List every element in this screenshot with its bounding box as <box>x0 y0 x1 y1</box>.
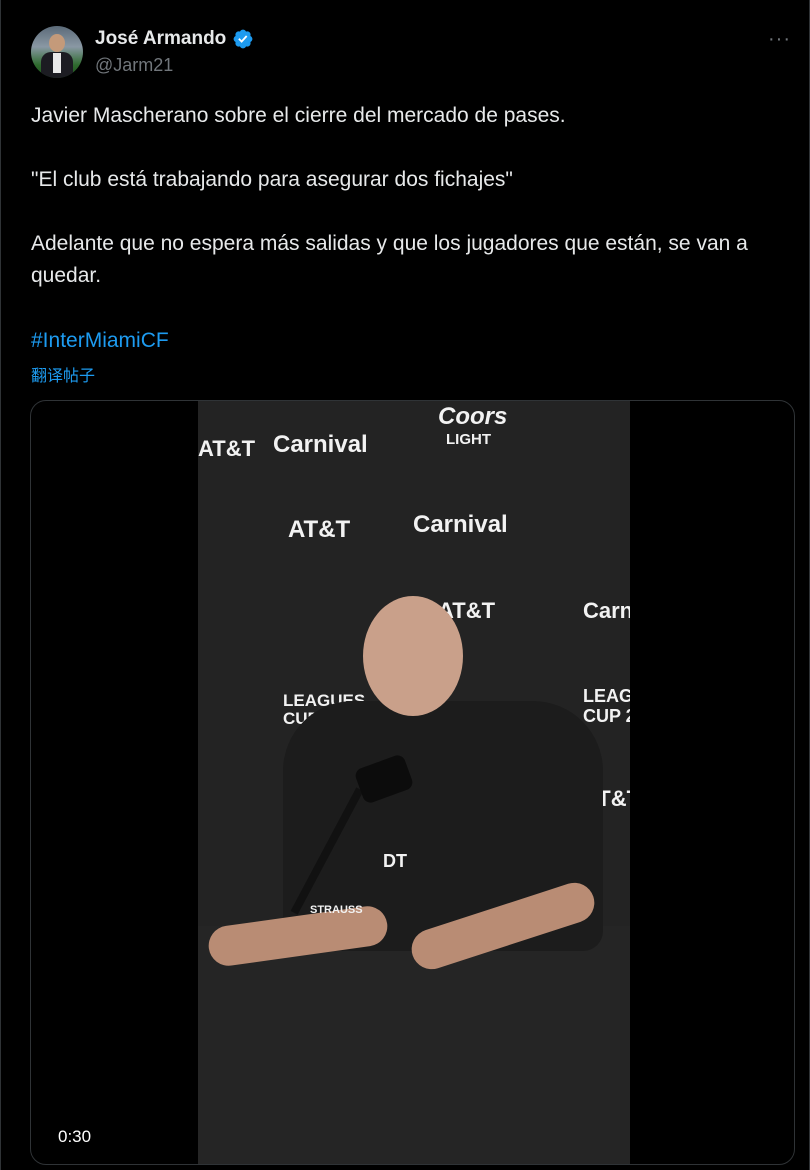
tweet-paragraph: Adelante que no espera más salidas y que… <box>31 232 748 287</box>
sponsor-logo: Carnival <box>273 431 368 458</box>
sponsor-logo: Carnival <box>413 511 508 538</box>
sponsor-logo: AT&T <box>198 436 256 461</box>
avatar[interactable] <box>31 26 83 78</box>
speaker-head <box>363 596 463 716</box>
sponsor-logo: CUP 2025 <box>583 706 630 726</box>
author-handle[interactable]: @Jarm21 <box>95 55 173 76</box>
sponsor-logo: LEAGUES <box>583 686 630 706</box>
sponsor-logo: STRAUSS <box>310 904 363 916</box>
video-frame[interactable]: AT&T Carnival Coors LIGHT AT&T Carnival … <box>198 401 630 1164</box>
shirt-label: DT <box>383 851 407 871</box>
more-options-icon[interactable]: ··· <box>768 28 791 51</box>
tweet-paragraph: Javier Mascherano sobre el cierre del me… <box>31 104 566 127</box>
hashtag-link[interactable]: #InterMiamiCF <box>31 325 169 357</box>
sponsor-logo: LIGHT <box>446 431 491 448</box>
translate-post-link[interactable]: 翻译帖子 <box>31 362 95 386</box>
sponsor-logo: AT&T <box>288 516 351 543</box>
tweet-paragraph: "El club está trabajando para asegurar d… <box>31 168 513 191</box>
author-name[interactable]: José Armando <box>95 28 226 50</box>
tweet-text: Javier Mascherano sobre el cierre del me… <box>31 100 781 324</box>
video-player[interactable]: AT&T Carnival Coors LIGHT AT&T Carnival … <box>30 400 795 1165</box>
press-table <box>198 926 630 1164</box>
verified-badge-icon <box>233 29 253 49</box>
video-duration: 0:30 <box>49 1123 101 1151</box>
author-row: José Armando <box>95 28 254 50</box>
sponsor-logo: Carnival <box>583 598 630 623</box>
sponsor-logo: Coors <box>438 403 508 430</box>
tweet-card: José Armando @Jarm21 ··· Javier Maschera… <box>0 0 810 1170</box>
